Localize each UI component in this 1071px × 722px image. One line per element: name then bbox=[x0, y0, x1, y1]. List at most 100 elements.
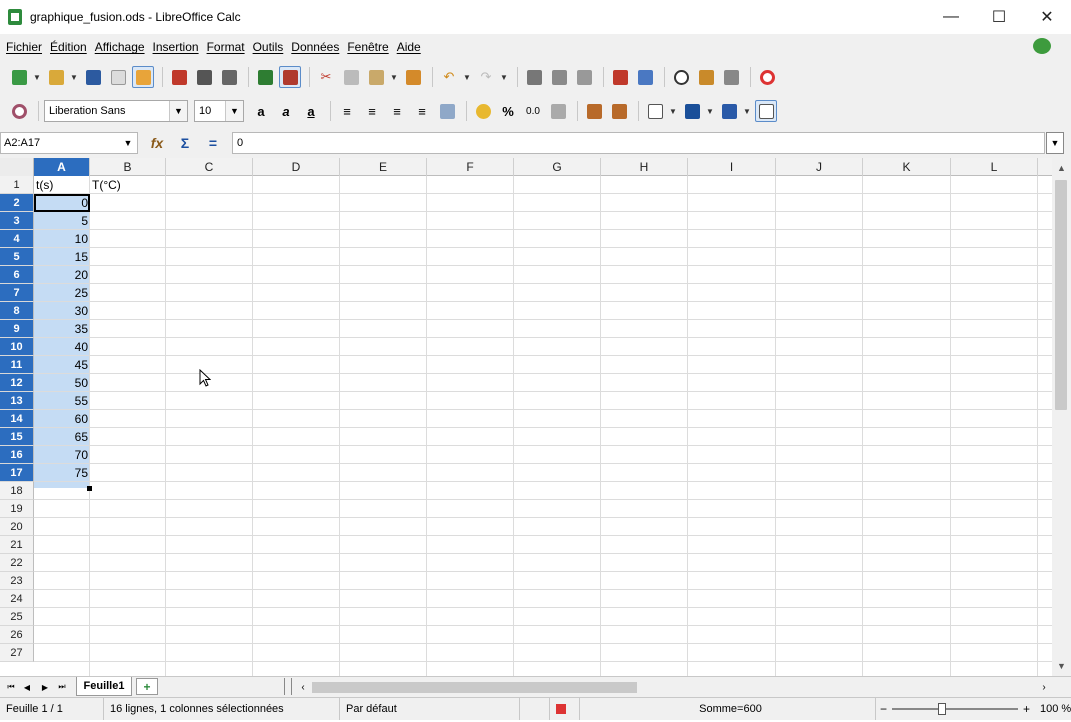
italic-button[interactable]: a bbox=[275, 100, 297, 122]
row-header-24[interactable]: 24 bbox=[0, 590, 34, 608]
chevron-down-icon[interactable]: ▼ bbox=[169, 101, 187, 121]
bold-button[interactable]: a bbox=[250, 100, 272, 122]
fill-handle[interactable] bbox=[87, 486, 92, 491]
maximize-button[interactable]: ☐ bbox=[975, 0, 1023, 34]
row-header-19[interactable]: 19 bbox=[0, 500, 34, 518]
autospell-button[interactable] bbox=[279, 66, 301, 88]
cell-a9[interactable]: 35 bbox=[34, 320, 90, 338]
previous-sheet-icon[interactable]: ◀ bbox=[20, 679, 34, 695]
name-box[interactable]: A2:A17 bbox=[0, 132, 138, 154]
delete-decimal-button[interactable] bbox=[608, 100, 630, 122]
row-header-6[interactable]: 6 bbox=[0, 266, 34, 284]
align-right-button[interactable]: ≡ bbox=[386, 100, 408, 122]
row-header-9[interactable]: 9 bbox=[0, 320, 34, 338]
new-document-button[interactable] bbox=[8, 66, 30, 88]
chevron-down-icon[interactable]: ▼ bbox=[70, 73, 78, 82]
sum-button[interactable]: Σ bbox=[174, 133, 196, 153]
borders-button[interactable] bbox=[644, 100, 666, 122]
menu-fichier[interactable]: Fichier bbox=[2, 40, 46, 54]
spreadsheet-grid[interactable]: ABCDEFGHIJKL 1 2 3 4 5 6 7 8 9 10 11 12 13 14 15 16 17 18… bbox=[0, 158, 1052, 676]
date-format-button[interactable] bbox=[547, 100, 569, 122]
percent-format-button[interactable]: % bbox=[497, 100, 519, 122]
row-header-8[interactable]: 8 bbox=[0, 302, 34, 320]
row-header-5[interactable]: 5 bbox=[0, 248, 34, 266]
paste-button[interactable] bbox=[365, 66, 387, 88]
vertical-scroll-thumb[interactable] bbox=[1055, 180, 1067, 410]
cell-a12[interactable]: 50 bbox=[34, 374, 90, 392]
help-button[interactable] bbox=[756, 66, 778, 88]
align-center-button[interactable]: ≡ bbox=[361, 100, 383, 122]
formula-input[interactable]: 0 bbox=[232, 132, 1045, 154]
insert-image-button[interactable] bbox=[695, 66, 717, 88]
font-size-combo[interactable]: 10 ▼ bbox=[194, 100, 244, 122]
menu-edition[interactable]: Édition bbox=[46, 40, 91, 54]
sort-button[interactable] bbox=[548, 66, 570, 88]
last-sheet-icon[interactable]: ⏭ bbox=[55, 679, 69, 695]
cell-b1[interactable]: T(°C) bbox=[90, 176, 166, 194]
autofilter-button[interactable] bbox=[573, 66, 595, 88]
row-header-22[interactable]: 22 bbox=[0, 554, 34, 572]
border-style-button[interactable] bbox=[681, 100, 703, 122]
background-color-button[interactable] bbox=[718, 100, 740, 122]
pivot-table-button[interactable] bbox=[634, 66, 656, 88]
function-wizard-icon[interactable]: fx bbox=[146, 133, 168, 153]
menu-affichage[interactable]: Affichage bbox=[91, 40, 149, 54]
row-header-4[interactable]: 4 bbox=[0, 230, 34, 248]
next-sheet-icon[interactable]: ▶ bbox=[38, 679, 52, 695]
open-button[interactable] bbox=[45, 66, 67, 88]
sheet-tab-feuille1[interactable]: Feuille1 bbox=[76, 677, 132, 696]
undo-button[interactable]: ↶ bbox=[438, 66, 460, 88]
edit-mode-button[interactable] bbox=[132, 66, 154, 88]
update-icon[interactable] bbox=[1033, 38, 1051, 54]
row-header-17[interactable]: 17 bbox=[0, 464, 34, 482]
clone-format-button[interactable] bbox=[402, 66, 424, 88]
justify-button[interactable]: ≡ bbox=[411, 100, 433, 122]
font-name-combo[interactable]: Liberation Sans ▼ bbox=[44, 100, 188, 122]
menu-format[interactable]: Format bbox=[203, 40, 249, 54]
minimize-button[interactable]: — bbox=[927, 0, 975, 34]
row-header-2[interactable]: 2 bbox=[0, 194, 34, 212]
page-style[interactable]: Par défaut bbox=[340, 698, 520, 720]
chevron-down-icon[interactable]: ▼ bbox=[225, 101, 243, 121]
export-pdf-button[interactable] bbox=[168, 66, 190, 88]
column-header-h[interactable]: H bbox=[601, 158, 688, 176]
cell-a11[interactable]: 45 bbox=[34, 356, 90, 374]
cell-a17[interactable]: 75 bbox=[34, 464, 90, 482]
row-header-13[interactable]: 13 bbox=[0, 392, 34, 410]
insert-comment-button[interactable] bbox=[720, 66, 742, 88]
align-left-button[interactable]: ≡ bbox=[336, 100, 358, 122]
row-header-7[interactable]: 7 bbox=[0, 284, 34, 302]
row-header-18[interactable]: 18 bbox=[0, 482, 34, 500]
scroll-down-icon[interactable]: ▼ bbox=[1052, 658, 1071, 674]
zoom-out-icon[interactable]: − bbox=[880, 702, 887, 716]
save-button[interactable] bbox=[82, 66, 104, 88]
cell-a15[interactable]: 65 bbox=[34, 428, 90, 446]
cell-a8[interactable]: 30 bbox=[34, 302, 90, 320]
menu-outils[interactable]: Outils bbox=[249, 40, 288, 54]
select-all-corner[interactable] bbox=[0, 158, 34, 176]
column-header-f[interactable]: F bbox=[427, 158, 514, 176]
print-button[interactable] bbox=[193, 66, 215, 88]
formula-button[interactable]: = bbox=[202, 133, 224, 153]
redo-button[interactable]: ↷ bbox=[475, 66, 497, 88]
menu-donnees[interactable]: Données bbox=[287, 40, 343, 54]
zoom-level[interactable]: 100 % bbox=[1034, 698, 1071, 720]
styles-button[interactable] bbox=[8, 100, 30, 122]
add-decimal-button[interactable] bbox=[583, 100, 605, 122]
insert-chart-button[interactable] bbox=[609, 66, 631, 88]
cell-a14[interactable]: 60 bbox=[34, 410, 90, 428]
chevron-down-icon[interactable]: ▼ bbox=[33, 73, 41, 82]
close-button[interactable]: ✕ bbox=[1023, 0, 1071, 34]
show-grid-button[interactable] bbox=[755, 100, 777, 122]
chevron-down-icon[interactable]: ▼ bbox=[463, 73, 471, 82]
scroll-left-icon[interactable]: ‹ bbox=[296, 679, 310, 695]
chevron-down-icon[interactable]: ▼ bbox=[669, 107, 677, 116]
spellcheck-button[interactable] bbox=[254, 66, 276, 88]
chevron-down-icon[interactable]: ▼ bbox=[706, 107, 714, 116]
row-header-15[interactable]: 15 bbox=[0, 428, 34, 446]
row-header-11[interactable]: 11 bbox=[0, 356, 34, 374]
add-sheet-button[interactable]: + bbox=[136, 678, 158, 695]
row-header-16[interactable]: 16 bbox=[0, 446, 34, 464]
column-header-j[interactable]: J bbox=[776, 158, 863, 176]
chevron-down-icon[interactable]: ▼ bbox=[120, 133, 136, 153]
